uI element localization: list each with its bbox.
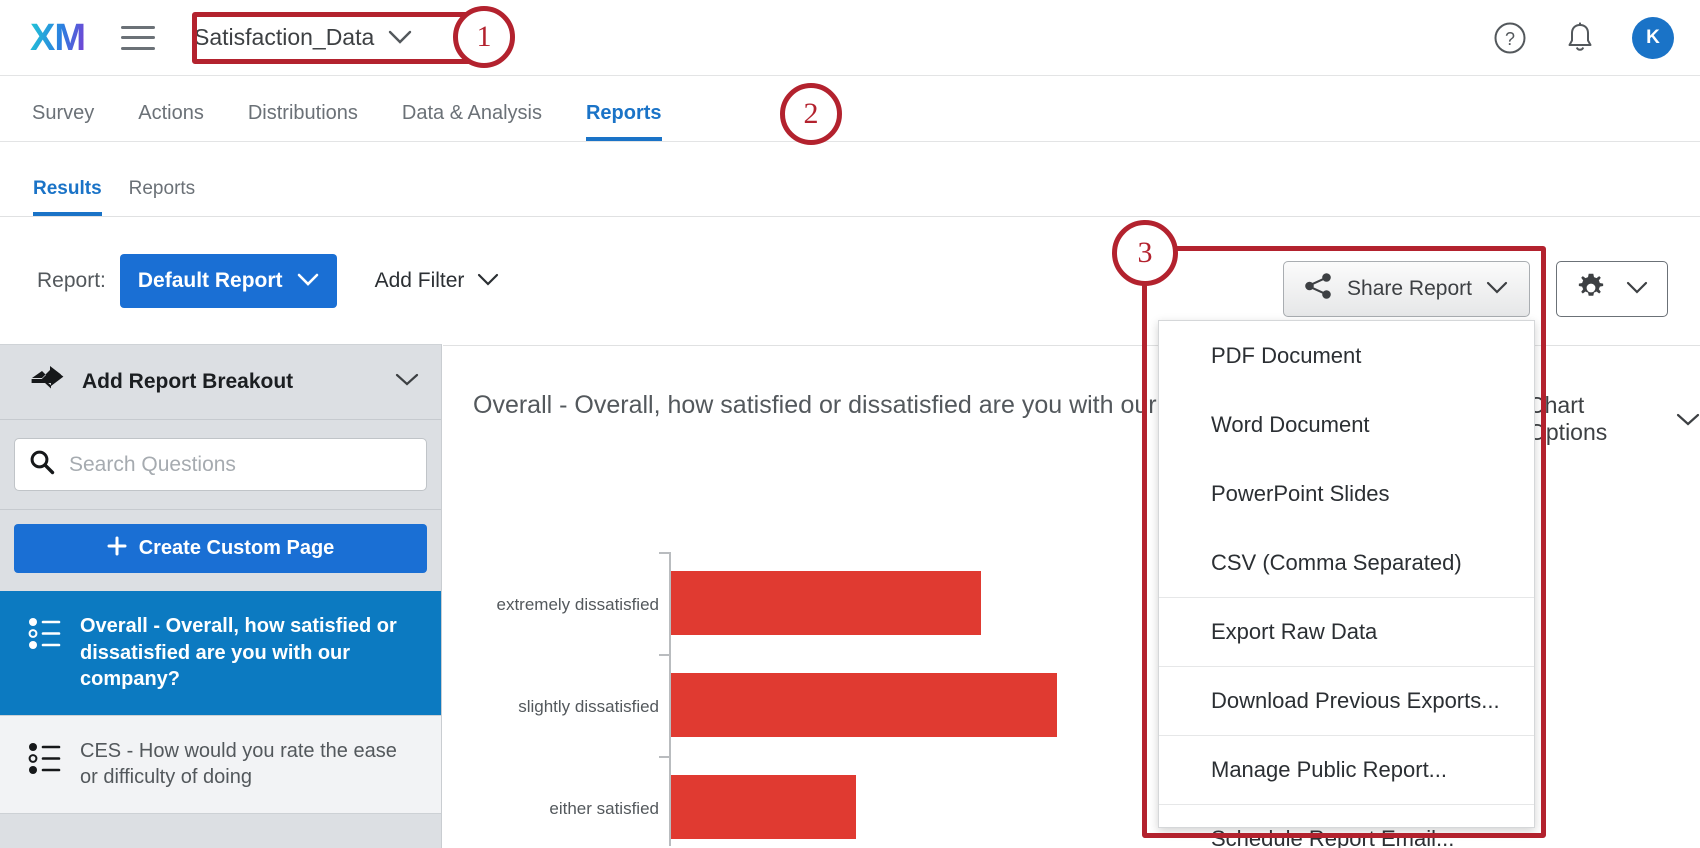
xm-logo: XM xyxy=(30,16,86,59)
main-navigation: Survey Actions Distributions Data & Anal… xyxy=(0,76,1700,142)
menu-item-csv[interactable]: CSV (Comma Separated) xyxy=(1159,528,1534,597)
chevron-down-icon xyxy=(477,269,499,293)
avatar[interactable]: K xyxy=(1632,17,1674,59)
top-bar: XM Satisfaction_Data ? K xyxy=(0,0,1700,76)
report-label: Report: xyxy=(37,268,106,292)
menu-item-manage-public-report[interactable]: Manage Public Report... xyxy=(1159,735,1534,804)
create-custom-page-button[interactable]: Create Custom Page xyxy=(14,524,427,573)
create-custom-page-label: Create Custom Page xyxy=(138,537,335,559)
bell-icon[interactable] xyxy=(1562,20,1598,56)
default-report-button[interactable]: Default Report xyxy=(119,253,337,308)
chevron-down-icon xyxy=(297,269,319,293)
share-nodes-icon xyxy=(30,365,64,400)
sub-navigation: Results Reports xyxy=(0,142,1700,217)
search-section xyxy=(0,420,441,510)
menu-item-pdf-document[interactable]: PDF Document xyxy=(1159,321,1534,390)
nav-tab-actions[interactable]: Actions xyxy=(138,102,204,141)
share-report-menu: PDF Document Word Document PowerPoint Sl… xyxy=(1158,320,1535,848)
bar-extremely-dissatisfied xyxy=(671,571,981,635)
avatar-initial: K xyxy=(1646,27,1660,48)
menu-item-powerpoint-slides[interactable]: PowerPoint Slides xyxy=(1159,459,1534,528)
gear-icon xyxy=(1576,273,1606,306)
axis-tick xyxy=(659,654,670,656)
breakout-label: Add Report Breakout xyxy=(82,370,294,393)
add-filter-label: Add Filter xyxy=(374,268,465,292)
project-name: Satisfaction_Data xyxy=(194,24,375,50)
nav-tab-distributions[interactable]: Distributions xyxy=(248,102,358,141)
menu-item-download-previous-exports[interactable]: Download Previous Exports... xyxy=(1159,666,1534,735)
hamburger-icon[interactable] xyxy=(121,25,155,50)
default-report-label: Default Report xyxy=(137,268,283,292)
search-input[interactable] xyxy=(69,452,412,477)
chevron-down-icon xyxy=(1626,281,1648,298)
nav-tab-data-analysis[interactable]: Data & Analysis xyxy=(402,102,542,141)
list-item[interactable]: Overall - Overall, how satisfied or diss… xyxy=(0,591,441,716)
list-bullets-icon xyxy=(28,617,64,656)
add-report-breakout-button[interactable]: Add Report Breakout xyxy=(0,345,441,420)
report-settings-button[interactable] xyxy=(1556,261,1668,317)
questions-sidebar: Add Report Breakout Cr xyxy=(0,344,442,848)
chevron-down-icon xyxy=(1676,406,1700,433)
menu-item-export-raw-data[interactable]: Export Raw Data xyxy=(1159,597,1534,666)
axis-tick xyxy=(659,552,670,554)
chart-options-button[interactable]: Chart Options xyxy=(1528,392,1700,446)
axis-label-category-2: either satisfied xyxy=(549,799,659,818)
axis-label-category-1: slightly dissatisfied xyxy=(518,697,659,716)
subnav-tab-reports[interactable]: Reports xyxy=(129,178,196,216)
bar-either-satisfied xyxy=(671,775,856,839)
help-icon[interactable]: ? xyxy=(1492,20,1528,56)
add-filter-button[interactable]: Add Filter xyxy=(375,269,500,293)
list-item[interactable]: CES - How would you rate the ease or dif… xyxy=(0,715,441,814)
axis-tick xyxy=(659,756,670,758)
menu-item-word-document[interactable]: Word Document xyxy=(1159,390,1534,459)
share-report-button[interactable]: Share Report xyxy=(1283,261,1530,317)
chevron-down-icon xyxy=(1486,277,1508,301)
nav-tab-reports[interactable]: Reports xyxy=(585,102,662,141)
plus-icon xyxy=(107,536,127,562)
list-bullets-icon xyxy=(28,742,64,781)
share-report-label: Share Report xyxy=(1347,277,1472,300)
list-item-label: Overall - Overall, how satisfied or diss… xyxy=(80,615,397,691)
chart-options-label: Chart Options xyxy=(1528,392,1608,445)
subnav-tab-results[interactable]: Results xyxy=(33,178,102,216)
chevron-down-icon xyxy=(388,30,412,45)
project-selector[interactable]: Satisfaction_Data xyxy=(188,18,418,58)
axis-label-category-0: extremely dissatisfied xyxy=(496,595,659,614)
top-bar-actions: ? K xyxy=(1492,0,1674,76)
search-box[interactable] xyxy=(14,438,427,491)
share-nodes-icon xyxy=(1305,273,1333,305)
nav-tab-survey[interactable]: Survey xyxy=(32,102,94,141)
create-page-section: Create Custom Page xyxy=(0,510,441,591)
menu-item-schedule-report-email[interactable]: Schedule Report Email... xyxy=(1159,804,1534,848)
search-icon xyxy=(29,449,55,480)
bar-slightly-dissatisfied xyxy=(671,673,1057,737)
chevron-down-icon xyxy=(395,373,419,392)
svg-text:?: ? xyxy=(1505,29,1515,49)
list-item-label: CES - How would you rate the ease or dif… xyxy=(80,739,397,789)
